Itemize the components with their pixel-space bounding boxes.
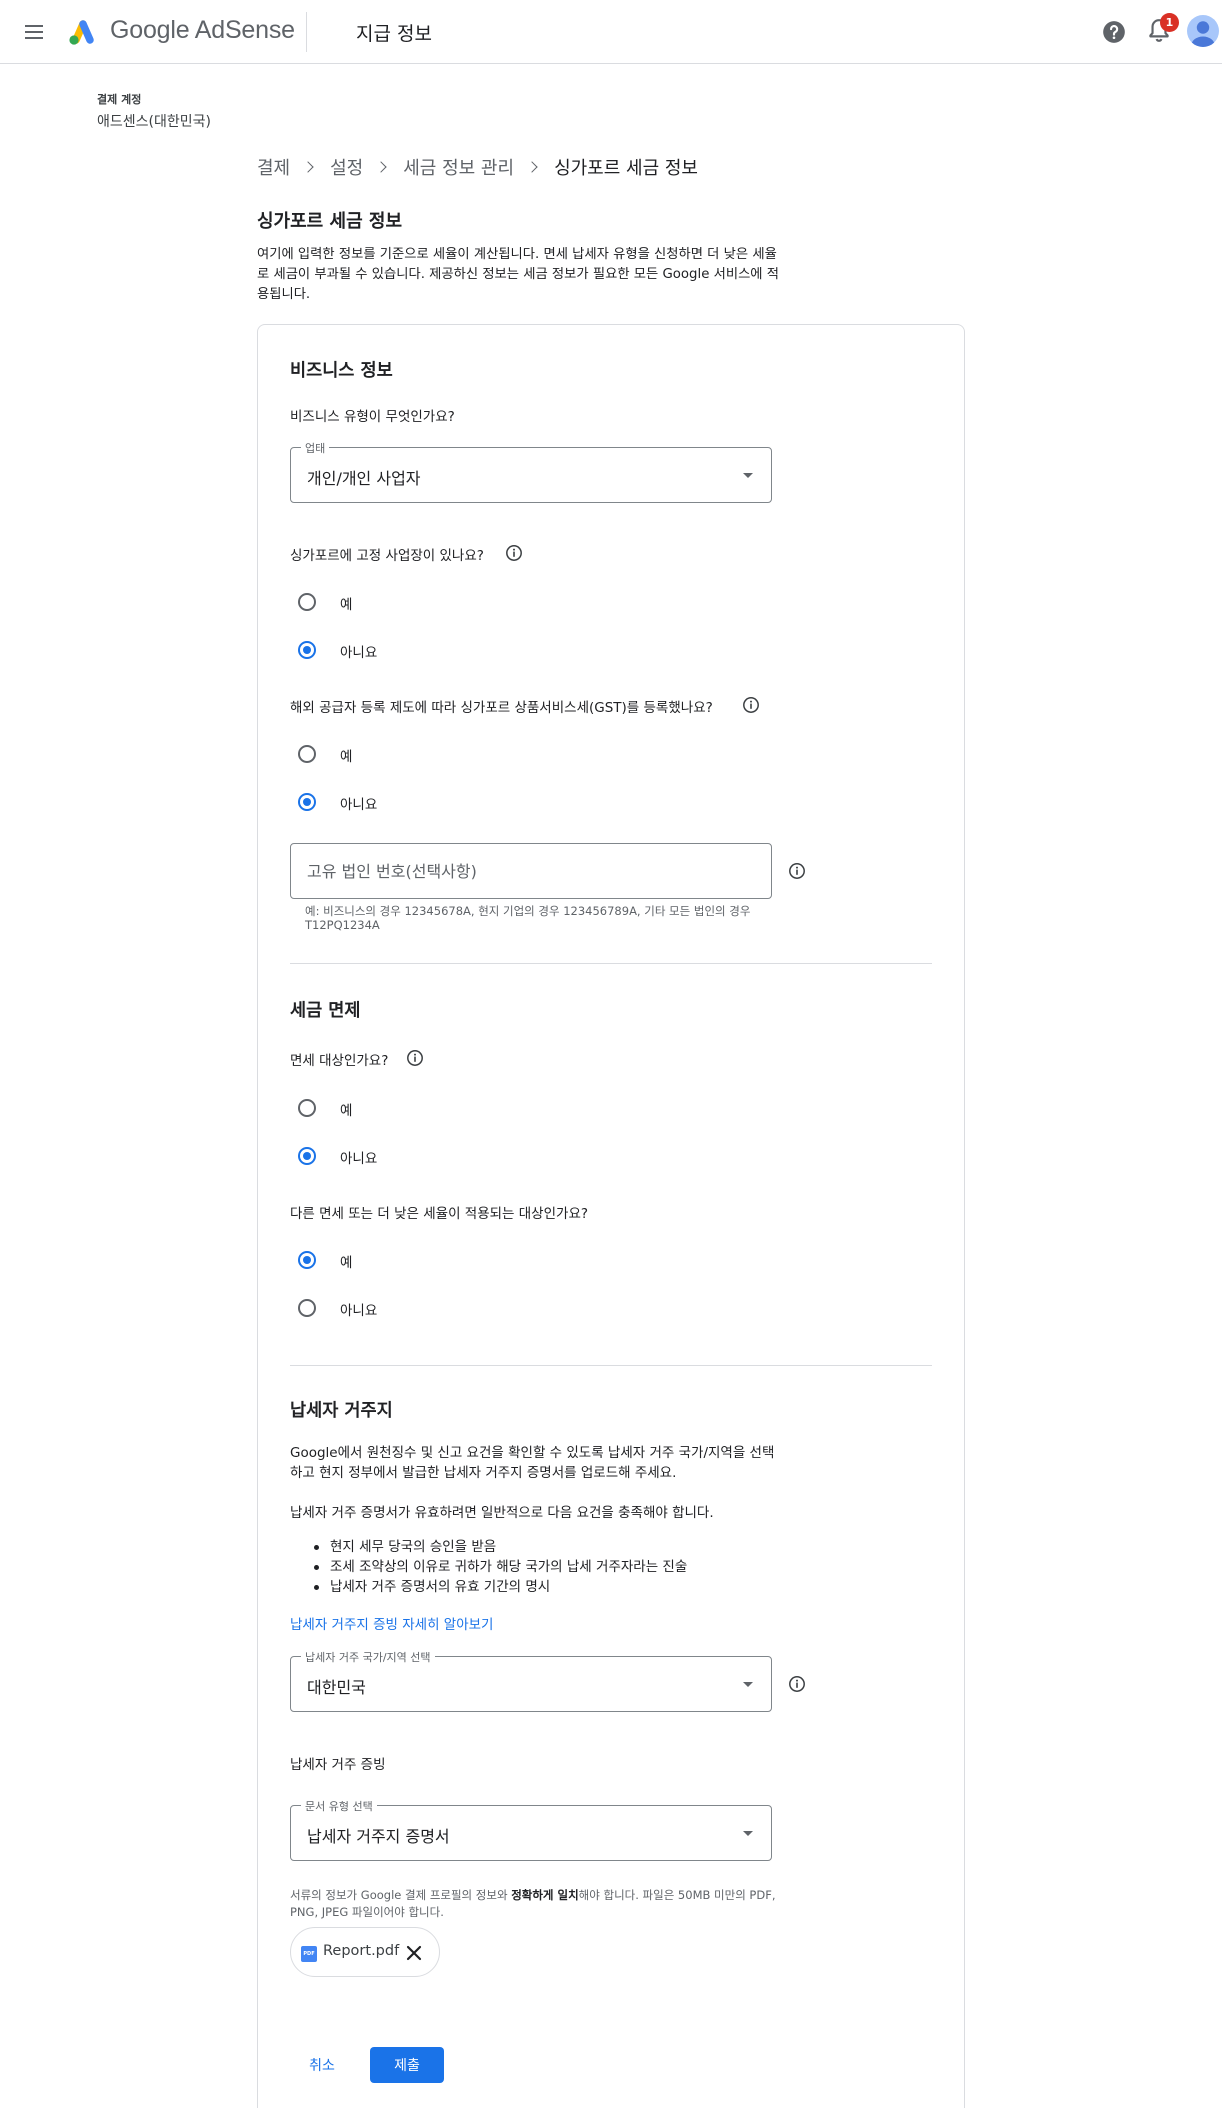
breadcrumb-settings[interactable]: 설정	[330, 154, 363, 180]
business-type-select-label: 업태	[301, 440, 330, 456]
info-icon[interactable]	[788, 1675, 806, 1693]
page-description: 여기에 입력한 정보를 기준으로 세율이 계산됩니다. 면세 납세자 유형을 신…	[257, 247, 779, 302]
remove-file-close-icon[interactable]	[404, 1943, 424, 1963]
exempt-yes-radio[interactable]	[298, 1099, 316, 1117]
list-item: 납세자 거주 증명서의 유효 기간의 명시	[310, 1577, 687, 1597]
document-type-select[interactable]: 문서 유형 선택 납세자 거주지 증명서	[290, 1798, 772, 1861]
uploaded-file-name: Report.pdf	[323, 1943, 400, 1959]
billing-account-name[interactable]: 애드센스(대한민국)	[97, 111, 211, 131]
file-requirements-note: 서류의 정보가 Google 결제 프로필의 정보와 정확하게 일치해야 합니다…	[290, 1887, 780, 1921]
uen-input-hint: 예: 비즈니스의 경우 12345678A, 현지 기업의 경우 1234567…	[305, 904, 751, 932]
business-type-question: 비즈니스 유형이 무엇인가요?	[290, 409, 455, 425]
brand-name[interactable]: Google AdSense	[110, 16, 295, 45]
note-text: 서류의 정보가 Google 결제 프로필의 정보와	[290, 1888, 512, 1902]
info-icon[interactable]	[505, 544, 523, 562]
tax-residency-heading: 납세자 거주지	[290, 1401, 393, 1421]
menu-icon[interactable]	[22, 20, 46, 44]
tax-exemption-heading: 세금 면제	[290, 1001, 361, 1021]
fixed-place-question: 싱가포르에 고정 사업장이 있나요?	[290, 548, 484, 564]
adsense-logo-icon	[69, 20, 94, 45]
breadcrumb: 결제 설정 세금 정보 관리 싱가포르 세금 정보	[257, 155, 698, 179]
page-title: 싱가포르 세금 정보	[257, 211, 403, 232]
account-avatar[interactable]	[1187, 15, 1219, 47]
breadcrumb-chevron-icon	[375, 161, 387, 173]
dropdown-caret-icon	[743, 1831, 753, 1836]
gst-yes-label[interactable]: 예	[340, 745, 352, 765]
fixed-place-no-radio[interactable]	[298, 641, 316, 659]
header-divider	[306, 12, 307, 52]
info-icon[interactable]	[742, 696, 760, 714]
breadcrumb-chevron-icon	[302, 161, 314, 173]
business-info-heading: 비즈니스 정보	[290, 361, 393, 381]
residency-requirements-intro: 납세자 거주 증명서가 유효하려면 일반적으로 다음 요건을 충족해야 합니다.	[290, 1505, 714, 1521]
reduced-rate-no-label[interactable]: 아니요	[340, 1299, 377, 1319]
list-item: 현지 세무 당국의 승인을 받음	[310, 1537, 687, 1557]
fixed-place-yes-label[interactable]: 예	[340, 593, 352, 613]
reduced-rate-yes-label[interactable]: 예	[340, 1251, 352, 1271]
pdf-file-icon: PDF	[301, 1946, 317, 1962]
business-type-select-value: 개인/개인 사업자	[307, 469, 421, 488]
breadcrumb-chevron-icon	[526, 161, 538, 173]
gst-no-radio[interactable]	[298, 793, 316, 811]
tax-residency-intro: Google에서 원천징수 및 신고 요건을 확인할 수 있도록 납세자 거주 …	[290, 1445, 775, 1481]
document-type-select-value: 납세자 거주지 증명서	[307, 1827, 450, 1846]
submit-button[interactable]: 제출	[370, 2047, 444, 2083]
reduced-rate-question: 다른 면세 또는 더 낮은 세율이 적용되는 대상인가요?	[290, 1206, 589, 1222]
top-app-bar: Google AdSense 지급 정보 1	[0, 0, 1222, 64]
gst-question: 해외 공급자 등록 제도에 따라 싱가포르 상품서비스세(GST)를 등록했나요…	[290, 700, 713, 716]
section-divider	[290, 1365, 932, 1366]
info-icon[interactable]	[788, 862, 806, 880]
exempt-yes-label[interactable]: 예	[340, 1099, 352, 1119]
learn-more-link[interactable]: 납세자 거주지 증빙 자세히 알아보기	[290, 1613, 493, 1633]
residency-country-select-label: 납세자 거주 국가/지역 선택	[301, 1649, 435, 1665]
exempt-no-radio[interactable]	[298, 1147, 316, 1165]
reduced-rate-no-radio[interactable]	[298, 1299, 316, 1317]
fixed-place-yes-radio[interactable]	[298, 593, 316, 611]
exempt-question: 면세 대상인가요?	[290, 1053, 389, 1069]
residency-country-select-value: 대한민국	[307, 1678, 366, 1697]
dropdown-caret-icon	[743, 473, 753, 478]
breadcrumb-manage-tax-info[interactable]: 세금 정보 관리	[403, 154, 514, 180]
fixed-place-no-label[interactable]: 아니요	[340, 641, 377, 661]
uen-input[interactable]	[290, 843, 772, 899]
residency-proof-heading: 납세자 거주 증빙	[290, 1757, 386, 1773]
help-icon[interactable]	[1101, 19, 1127, 45]
exempt-no-label[interactable]: 아니요	[340, 1147, 377, 1167]
uploaded-file-chip: PDF Report.pdf	[290, 1927, 440, 1977]
notification-badge: 1	[1160, 13, 1179, 32]
gst-no-label[interactable]: 아니요	[340, 793, 377, 813]
residency-requirements-list: 현지 세무 당국의 승인을 받음 조세 조약상의 이유로 귀하가 해당 국가의 …	[310, 1537, 687, 1597]
breadcrumb-payments[interactable]: 결제	[257, 154, 290, 180]
document-type-select-label: 문서 유형 선택	[301, 1798, 377, 1814]
list-item: 조세 조약상의 이유로 귀하가 해당 국가의 납세 거주자라는 진술	[310, 1557, 687, 1577]
tax-info-form-card: 비즈니스 정보 비즈니스 유형이 무엇인가요? 업태 개인/개인 사업자 싱가포…	[257, 324, 965, 2108]
note-emphasis: 정확하게 일치	[511, 1888, 579, 1902]
dropdown-caret-icon	[743, 1682, 753, 1687]
reduced-rate-yes-radio[interactable]	[298, 1251, 316, 1269]
section-divider	[290, 963, 932, 964]
cancel-button[interactable]: 취소	[290, 2047, 354, 2083]
residency-country-select[interactable]: 납세자 거주 국가/지역 선택 대한민국	[290, 1649, 772, 1712]
breadcrumb-current: 싱가포르 세금 정보	[554, 158, 698, 179]
gst-yes-radio[interactable]	[298, 745, 316, 763]
info-icon[interactable]	[406, 1049, 424, 1067]
billing-account-label: 결제 계정	[97, 93, 142, 106]
page-header-title: 지급 정보	[356, 23, 432, 45]
business-type-select[interactable]: 업태 개인/개인 사업자	[290, 440, 772, 503]
